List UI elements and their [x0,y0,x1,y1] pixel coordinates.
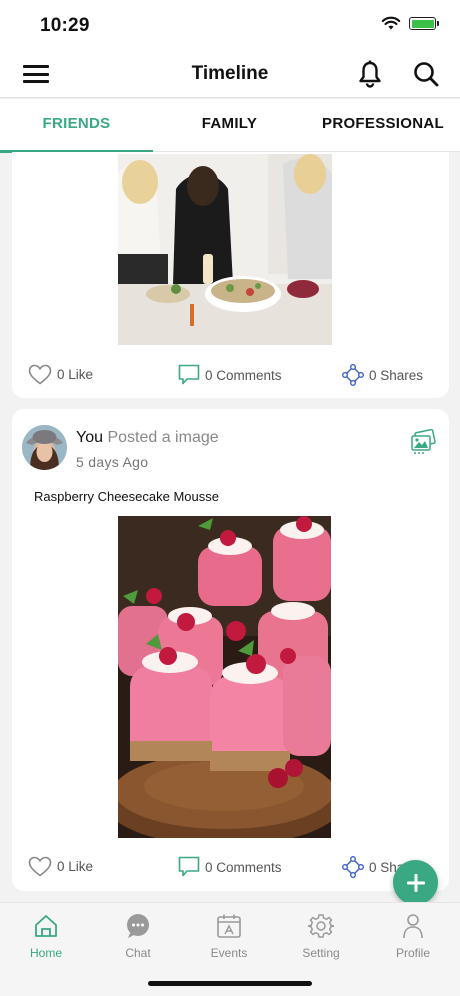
share-count: 0 Shares [369,367,424,383]
share-button[interactable]: 0 Shares [342,364,423,386]
like-button[interactable]: 0 Like [28,856,93,877]
home-indicator [148,981,312,986]
avatar[interactable] [22,425,67,470]
like-count: 0 Like [57,859,94,874]
nav-item-setting[interactable]: Setting [286,913,356,960]
notification-bell-icon[interactable] [357,60,383,88]
image-post-icon [411,429,436,454]
post-caption: Raspberry Cheesecake Mousse [34,489,219,504]
nav-label-events: Events [210,946,248,960]
post-card: You Posted a image 5 days Ago Raspberry … [12,409,449,891]
heart-icon [28,364,52,385]
comment-button[interactable]: 0 Comments [178,364,282,386]
nav-item-home[interactable]: Home [11,913,81,960]
page-title: Timeline [191,63,269,84]
battery-icon [409,17,439,30]
friends-cooking-photo [118,154,332,345]
post-action-text: Posted a image [107,429,219,446]
chat-icon [127,914,149,938]
nav-label-profile: Profile [395,946,430,960]
home-icon [35,915,57,937]
plus-icon [406,873,425,892]
post-actions: 0 Like 0 Comments 0 Shares [12,856,449,882]
heart-icon [28,856,52,877]
nav-item-profile[interactable]: Profile [378,913,448,960]
like-button[interactable]: 0 Like [28,364,93,385]
status-icons [381,16,439,31]
events-icon [217,914,241,938]
share-icon [342,364,364,386]
nav-item-chat[interactable]: Chat [103,913,173,960]
like-count: 0 Like [57,367,94,382]
gear-icon [308,914,334,938]
nav-label-setting: Setting [302,946,340,960]
comment-icon [178,364,200,385]
comment-icon [178,856,200,877]
post-timestamp: 5 days Ago [76,454,149,470]
app-header: Timeline [0,50,460,98]
wifi-icon [381,16,401,30]
post-card: 0 Like 0 Comments 0 Shares [12,152,449,398]
author-name[interactable]: You [76,429,103,446]
raspberry-mousse-photo [118,516,331,838]
tab-professional[interactable]: PROFESSIONAL [306,99,460,152]
post-image[interactable] [118,154,332,345]
comment-count: 0 Comments [205,367,282,383]
post-image[interactable] [118,516,331,838]
nav-item-events[interactable]: Events [194,913,264,960]
search-icon[interactable] [412,60,440,88]
timeline-tabs: FRIENDS FAMILY PROFESSIONAL [0,99,460,152]
status-time: 10:29 [40,15,90,36]
post-actions: 0 Like 0 Comments 0 Shares [12,364,449,390]
share-icon [342,856,364,878]
tab-divider [153,151,460,152]
tab-family[interactable]: FAMILY [153,99,306,152]
profile-icon [403,914,423,939]
nav-label-home: Home [29,946,62,960]
add-post-button[interactable] [393,860,438,905]
comment-count: 0 Comments [205,859,282,875]
status-bar: 10:29 [0,0,460,50]
comment-button[interactable]: 0 Comments [178,856,282,878]
post-author-line: You Posted a image [76,429,219,447]
tab-friends[interactable]: FRIENDS [0,99,153,152]
user-avatar-photo [22,425,67,470]
nav-label-chat: Chat [125,946,151,960]
